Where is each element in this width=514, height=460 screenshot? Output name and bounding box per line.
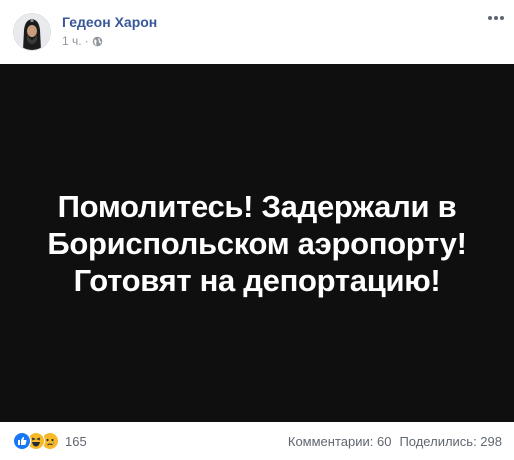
more-options-icon[interactable] <box>488 10 504 26</box>
comments-count[interactable]: Комментарии: 60 <box>288 434 392 449</box>
post-meta: 1 ч. · <box>62 34 103 48</box>
like-icon <box>13 432 31 450</box>
reaction-count: 165 <box>65 433 87 449</box>
reactions-summary[interactable]: 165 <box>13 432 87 450</box>
avatar-image <box>14 14 50 50</box>
shares-count[interactable]: Поделились: 298 <box>399 434 502 449</box>
post-footer: 165 Комментарии: 60 Поделились: 298 <box>0 428 514 454</box>
author-name[interactable]: Гедеон Харон <box>62 14 157 30</box>
globe-icon[interactable] <box>92 36 103 47</box>
post-image[interactable]: Помолитесь! Задержали в Бориспольском аэ… <box>0 64 514 422</box>
facebook-post: Гедеон Харон 1 ч. · Помолитесь! Задержал… <box>0 0 514 460</box>
image-text: Помолитесь! Задержали в Бориспольском аэ… <box>47 188 467 298</box>
post-stats: Комментарии: 60 Поделились: 298 <box>288 434 502 449</box>
post-timestamp[interactable]: 1 ч. <box>62 34 82 48</box>
author-avatar[interactable] <box>13 13 51 51</box>
post-header: Гедеон Харон 1 ч. · <box>0 0 514 62</box>
meta-separator: · <box>84 34 89 48</box>
